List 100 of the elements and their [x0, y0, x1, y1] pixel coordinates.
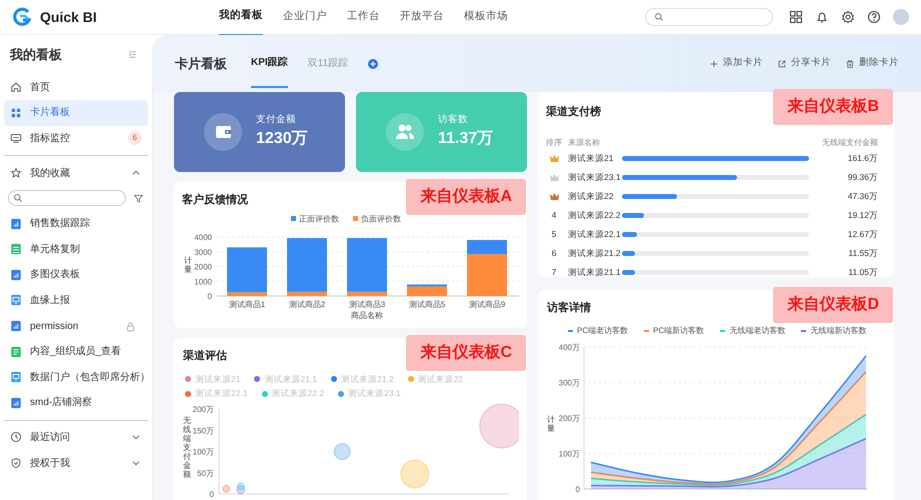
nav-tab[interactable]: 工作台 [346, 0, 380, 35]
axis-label: 测试商品2 [288, 300, 326, 308]
sidebar-item[interactable]: 卡片看板 [4, 100, 148, 126]
legend-label: 测试来源21.1 [264, 372, 318, 386]
nav-tab[interactable]: 企业门户 [282, 0, 327, 35]
axis-label: 测试商品9 [468, 300, 506, 308]
collapse-sidebar-icon[interactable] [127, 49, 138, 60]
bar-chart-icon [10, 218, 22, 230]
axis-label: 400万 [558, 342, 580, 352]
section-label: 我的收藏 [30, 166, 71, 181]
board-tab[interactable]: KPI跟踪 [251, 39, 288, 88]
amount-value: 11.05万 [848, 266, 878, 278]
sidebar-item[interactable]: 首页 [4, 74, 148, 100]
axis-label: 0 [576, 484, 580, 494]
kpi-value: 11.37万 [438, 129, 494, 150]
sidebar-item[interactable]: 指标监控 6 [4, 126, 148, 152]
toolbar-button[interactable]: 删除卡片 [845, 56, 899, 71]
legend-label: PC端新访客数 [653, 324, 704, 336]
nav-tab[interactable]: 模板市场 [464, 0, 508, 35]
amount-value: 99.36万 [848, 170, 878, 184]
rank-number: 6 [552, 246, 556, 260]
legend-label: 测试来源23.1 [348, 387, 401, 400]
legend-label: 测试来源22.2 [272, 387, 324, 400]
favorites-header[interactable]: 我的收藏 [4, 160, 148, 186]
legend-label: 测试来源22.1 [195, 387, 248, 400]
sidebar-section[interactable]: 最近访问 [4, 424, 148, 450]
favorite-item[interactable]: 单元格复制 [4, 236, 148, 262]
rank-number: 4 [552, 208, 556, 222]
favorite-label: permission [30, 320, 80, 334]
favorite-label: 单元格复制 [30, 242, 81, 257]
axis-label: 1000 [194, 276, 212, 286]
axis-label: 4000 [194, 232, 212, 242]
search-field[interactable] [645, 8, 773, 26]
axis-label: 300万 [558, 378, 580, 387]
amount-value: 19.12万 [848, 208, 878, 222]
settings-icon[interactable] [841, 10, 855, 24]
favorite-label: 内容_组织成员_查看 [30, 344, 122, 360]
card-title: 渠道支付榜 [546, 106, 601, 118]
favorite-item[interactable]: 多图仪表板 [4, 262, 148, 288]
axis-title: 无线端支付金额 [183, 416, 191, 479]
favorite-item[interactable]: 销售数据跟踪 [4, 210, 148, 236]
monitor-icon [10, 132, 22, 144]
delete-icon [845, 58, 855, 68]
help-icon[interactable] [867, 10, 881, 24]
toolbar-button[interactable]: 分享卡片 [777, 56, 831, 71]
favorite-item[interactable]: 内容_组织成员_查看 [4, 338, 148, 364]
add-tab-icon[interactable] [368, 58, 378, 68]
favorite-label: 多图仪表板 [30, 268, 81, 282]
nav-tab[interactable]: 开放平台 [400, 0, 444, 35]
bar-chart-icon [10, 320, 22, 332]
legend-label: 无线端老访客数 [729, 324, 786, 336]
notification-icon[interactable] [815, 10, 829, 24]
favorite-label: 数据门户（包含即席分析） [30, 370, 150, 385]
legend-marker [291, 216, 296, 220]
favorite-item[interactable]: 血缘上报 [4, 288, 148, 314]
legend-label: 测试来源22 [418, 372, 464, 386]
favorite-item[interactable]: smd-店铺洞察 [4, 390, 148, 416]
axis-label: 150万 [192, 426, 214, 436]
overlay-label: 来自仪表板D [773, 287, 893, 323]
grid-icon [10, 106, 22, 119]
clock-icon [10, 431, 22, 444]
favorite-label: smd-店铺洞察 [30, 396, 94, 410]
column-header: 排序 [546, 136, 563, 148]
overlay-label: 来自仪表板A [406, 179, 526, 215]
share-icon [777, 58, 787, 68]
axis-title: 计量 [184, 256, 192, 274]
legend-label: 测试来源21.2 [341, 372, 394, 386]
source-name: 测试来源21.2 [568, 246, 622, 260]
bubble [479, 404, 519, 448]
favorite-item[interactable]: permission [4, 313, 148, 339]
sidebar-item-label: 首页 [30, 80, 51, 95]
document-icon [10, 346, 22, 358]
favorite-label: 销售数据跟踪 [30, 216, 91, 232]
axis-label: 2000 [194, 262, 212, 271]
toolbar-button[interactable]: 添加卡片 [709, 56, 763, 71]
monitor-icon [10, 294, 22, 306]
shield-icon [10, 457, 22, 470]
filter-icon[interactable] [133, 192, 144, 204]
sidebar-title: 我的看板 [8, 46, 63, 64]
source-name: 测试来源22.2 [568, 208, 622, 222]
legend-label: 正面评价数 [299, 214, 339, 223]
axis-label: 100万 [558, 449, 580, 458]
wallet-icon [204, 113, 242, 151]
axis-label: 测试商品5 [408, 300, 446, 308]
bubble [400, 460, 430, 489]
favorite-item[interactable]: 数据门户（包含即席分析） [4, 364, 148, 390]
axis-title: 计量 [547, 414, 555, 432]
kpi-value: 1230万 [256, 129, 308, 150]
bar-chart-icon [10, 396, 22, 409]
axis-label: 200万 [558, 414, 580, 422]
source-name: 测试来源23.1 [568, 170, 622, 184]
apps-icon[interactable] [789, 10, 803, 24]
axis-title: 商品名称 [351, 310, 383, 320]
axis-label: 200万 [192, 405, 214, 414]
sidebar-item-label: 指标监控 [30, 132, 71, 146]
section-label: 最近访问 [30, 430, 71, 445]
sidebar-section[interactable]: 授权于我 [4, 450, 148, 476]
people-icon [386, 113, 424, 151]
search-field[interactable] [8, 190, 126, 206]
logo-text: Quick BI [40, 8, 97, 27]
